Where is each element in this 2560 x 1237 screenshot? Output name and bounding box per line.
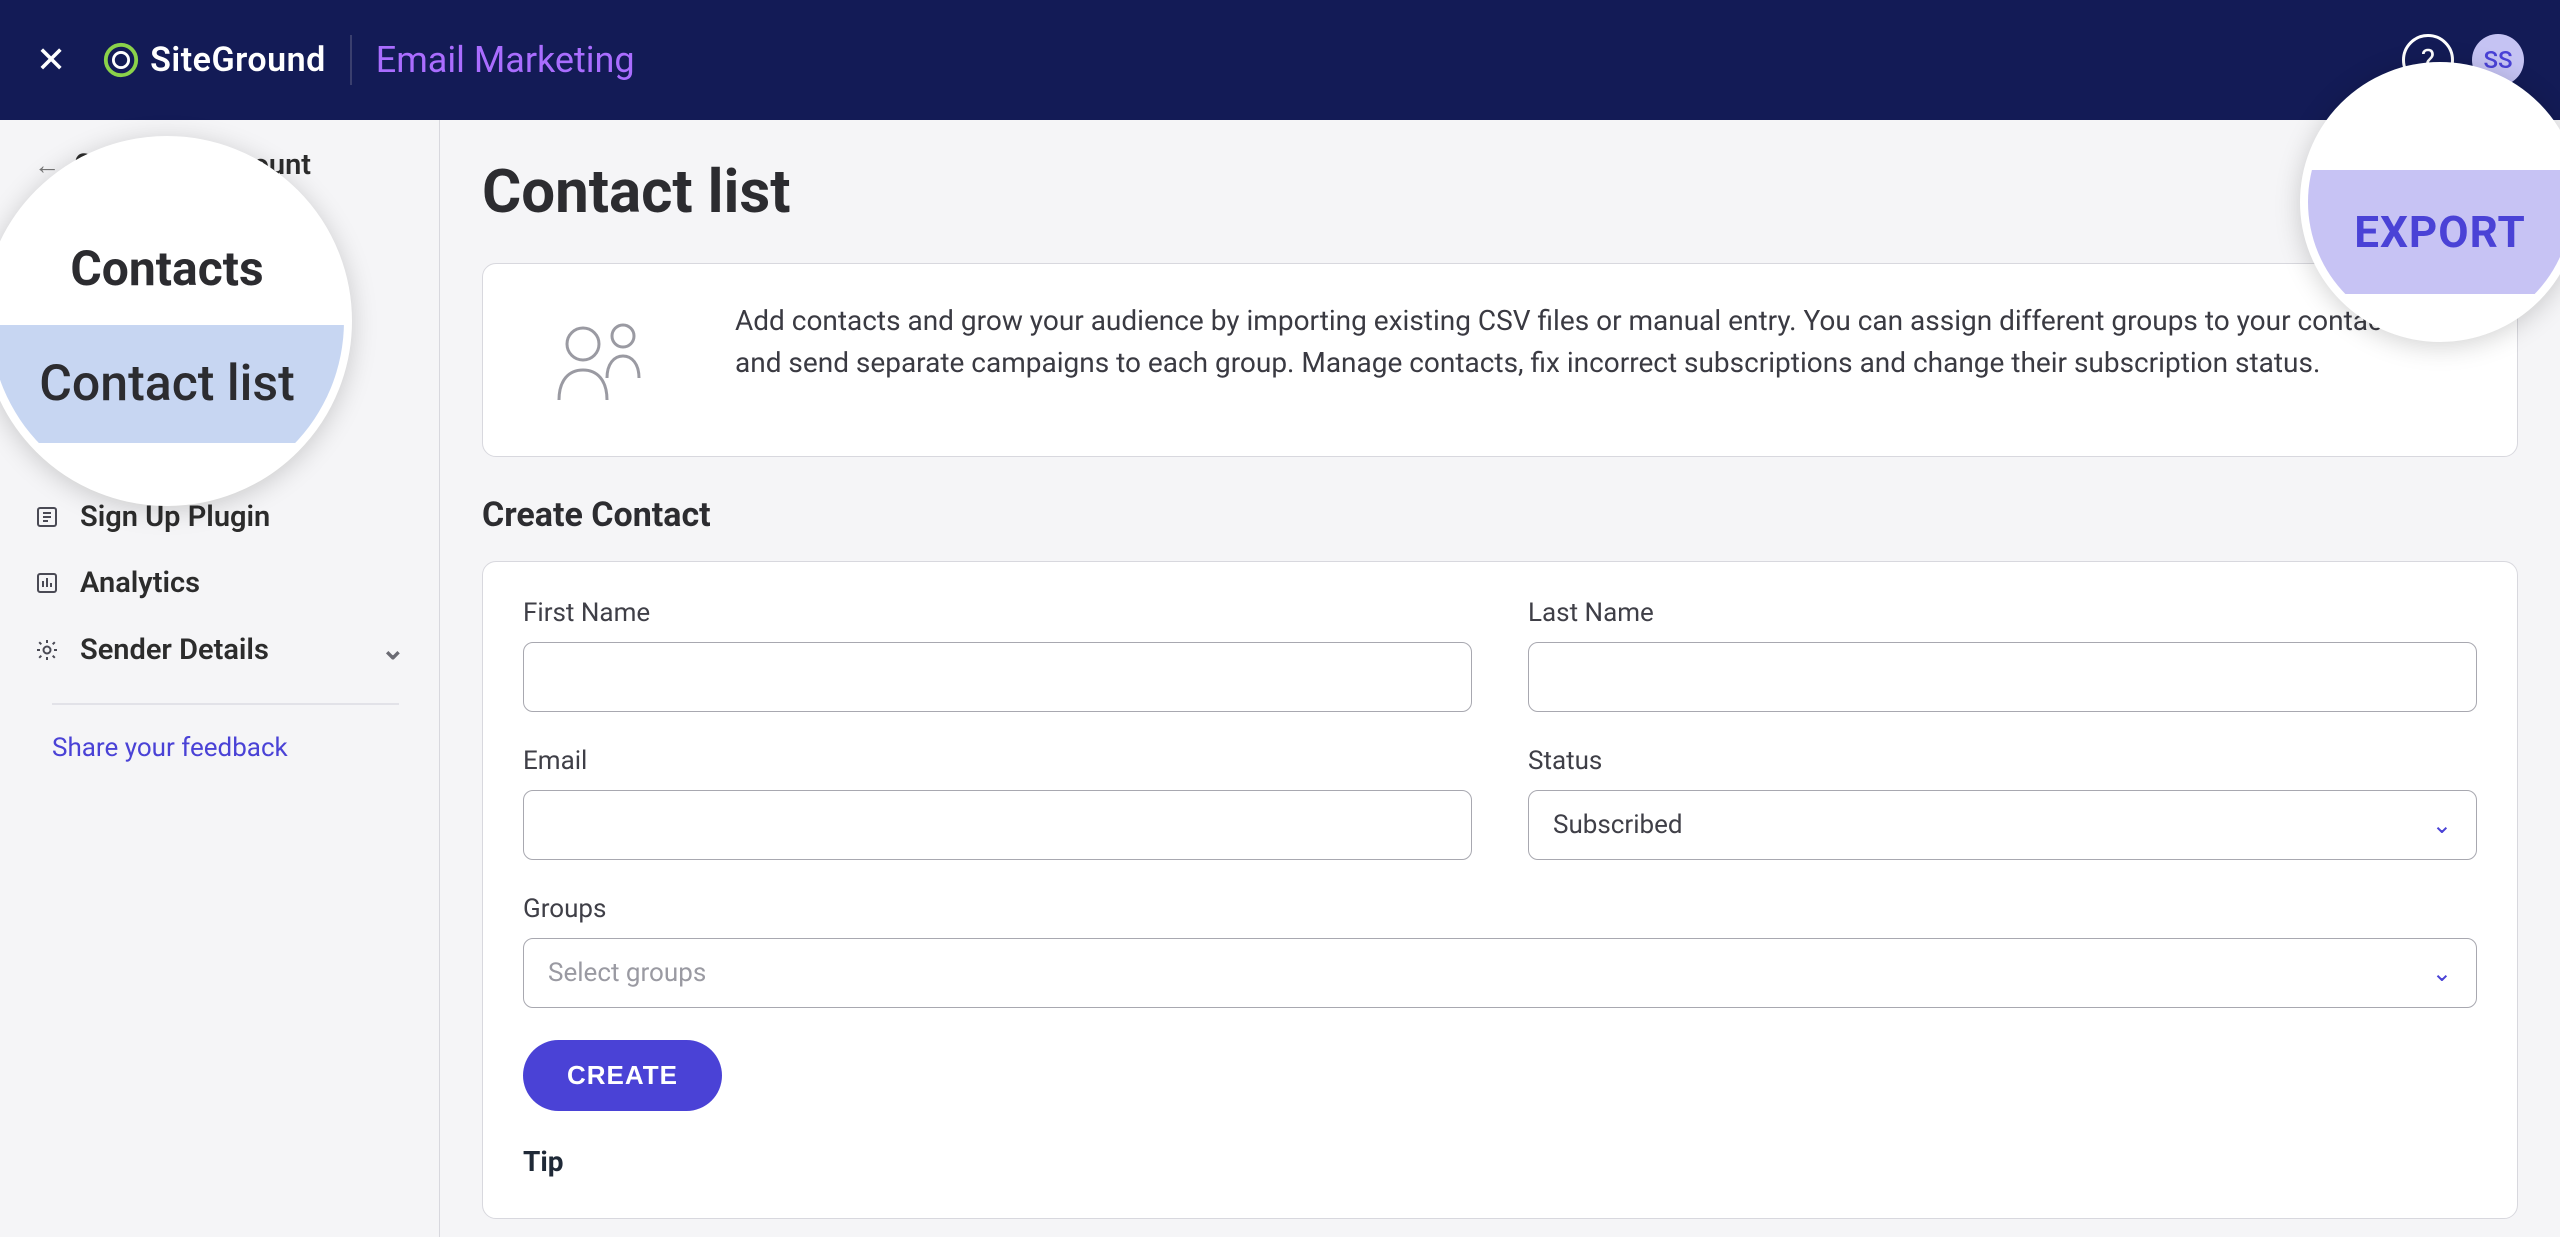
form-row-3: Groups Select groups ⌄ (523, 894, 2477, 1008)
people-illustration-icon (531, 300, 671, 420)
close-icon[interactable]: ✕ (36, 42, 66, 78)
page-head-row: Contact list IMPORT (482, 156, 2518, 227)
info-text: Add contacts and grow your audience by i… (735, 300, 2435, 384)
body-wrap: ← Go To My Account Sign Up Plugin Analyt… (0, 120, 2560, 1237)
export-button-magnified[interactable]: EXPORT (2308, 170, 2560, 294)
label-last-name: Last Name (1528, 598, 2477, 628)
info-card: Add contacts and grow your audience by i… (482, 263, 2518, 457)
sidebar-item-label: Sender Details (80, 633, 269, 667)
chevron-down-icon: ⌄ (2432, 811, 2452, 839)
chevron-down-icon: ⌄ (381, 632, 405, 667)
label-first-name: First Name (523, 598, 1472, 628)
status-value: Subscribed (1553, 810, 1683, 840)
lens-left-item[interactable]: Contact list (0, 325, 344, 443)
sidebar-item-sender-details[interactable]: Sender Details ⌄ (0, 616, 439, 683)
tip-heading: Tip (523, 1145, 2477, 1178)
brand-name: SiteGround (150, 40, 326, 80)
input-last-name[interactable] (1528, 642, 2477, 712)
create-contact-heading: Create Contact (482, 495, 2518, 535)
sidebar-item-label: Analytics (80, 566, 200, 600)
input-first-name[interactable] (523, 642, 1472, 712)
field-email: Email (523, 746, 1472, 860)
field-status: Status Subscribed ⌄ (1528, 746, 2477, 860)
create-button[interactable]: CREATE (523, 1040, 722, 1111)
lens-left-heading: Contacts (0, 240, 344, 297)
field-last-name: Last Name (1528, 598, 2477, 712)
label-email: Email (523, 746, 1472, 776)
gear-icon (34, 637, 60, 663)
create-contact-form: First Name Last Name Email Status Subscr… (482, 561, 2518, 1219)
top-header: ✕ SiteGround Email Marketing ? SS (0, 0, 2560, 120)
form-row-2: Email Status Subscribed ⌄ (523, 746, 2477, 860)
select-status[interactable]: Subscribed ⌄ (1528, 790, 2477, 860)
label-groups: Groups (523, 894, 2477, 924)
form-row-1: First Name Last Name (523, 598, 2477, 712)
field-groups: Groups Select groups ⌄ (523, 894, 2477, 1008)
main-content: Contact list IMPORT Add contacts and gro… (440, 120, 2560, 1237)
analytics-icon (34, 570, 60, 596)
header-divider (350, 35, 352, 85)
select-groups[interactable]: Select groups ⌄ (523, 938, 2477, 1008)
field-first-name: First Name (523, 598, 1472, 712)
page-title: Contact list (482, 156, 791, 227)
logo-swirl-icon (102, 41, 140, 79)
brand-wrap: SiteGround Email Marketing (102, 35, 634, 85)
groups-placeholder: Select groups (548, 958, 706, 988)
plugin-icon (34, 504, 60, 530)
sidebar-item-analytics[interactable]: Analytics (0, 550, 439, 616)
share-feedback-link[interactable]: Share your feedback (0, 705, 439, 763)
brand-logo[interactable]: SiteGround (102, 40, 326, 80)
header-section-title[interactable]: Email Marketing (376, 39, 635, 81)
label-status: Status (1528, 746, 2477, 776)
chevron-down-icon: ⌄ (2432, 959, 2452, 987)
input-email[interactable] (523, 790, 1472, 860)
